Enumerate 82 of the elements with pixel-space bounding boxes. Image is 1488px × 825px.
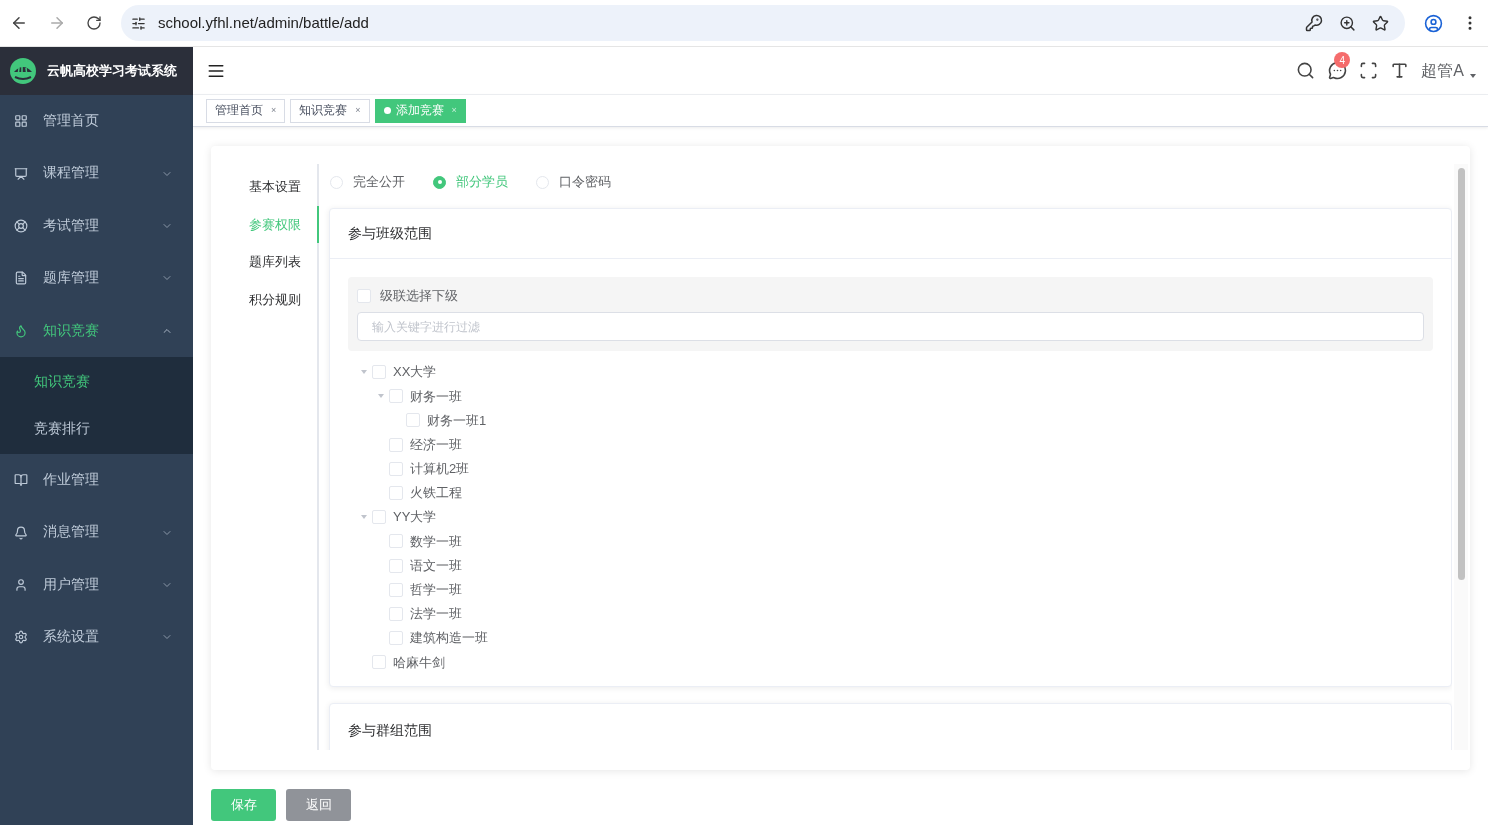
user-icon (14, 577, 28, 592)
close-tab-icon[interactable]: × (355, 103, 361, 118)
tree-label[interactable]: YY大学 (393, 507, 437, 527)
tree-label[interactable]: 经济一班 (410, 434, 462, 455)
checkbox[interactable] (389, 534, 403, 549)
checkbox[interactable] (372, 510, 386, 525)
sidebar-item[interactable]: 用户管理 (0, 558, 193, 612)
tree-label[interactable]: 数学一班 (410, 531, 462, 552)
tree-label[interactable]: 财务一班1 (427, 410, 487, 431)
form-section-tab[interactable]: 积分规则 (229, 280, 319, 318)
expand-caret-icon[interactable] (360, 370, 367, 375)
tree-label[interactable]: 计算机2班 (410, 459, 470, 479)
checkbox[interactable] (389, 631, 403, 646)
sidebar-item[interactable]: 管理首页 (0, 95, 193, 148)
checkbox[interactable] (389, 389, 403, 404)
settings-icon (14, 630, 28, 645)
panel-title: 参与班级范围 (348, 224, 432, 243)
checkbox[interactable] (372, 365, 386, 380)
checkbox[interactable] (389, 461, 403, 476)
fullscreen-icon[interactable] (1359, 61, 1379, 80)
expand-caret-icon[interactable] (377, 394, 384, 399)
grid-icon (14, 114, 28, 129)
sidebar-item[interactable]: 题库管理 (0, 252, 193, 305)
app-title: 云帆高校学习考试系统 (47, 62, 177, 80)
panel-title: 参与群组范围 (348, 722, 432, 739)
tree-label[interactable]: 哈麻牛剑 (393, 652, 445, 673)
page-tab[interactable]: 管理首页 × (206, 98, 286, 123)
sidebar-item[interactable]: 课程管理 (0, 147, 193, 200)
tree-label[interactable]: 语文一班 (410, 555, 462, 576)
user-menu[interactable]: 超管A (1421, 58, 1476, 83)
flame-icon (14, 323, 28, 338)
site-info-icon[interactable] (131, 15, 146, 31)
tree-label[interactable]: 法学一班 (410, 604, 462, 624)
close-tab-icon[interactable]: × (271, 103, 277, 118)
tree-label[interactable]: 哲学一班 (410, 580, 462, 600)
checkbox[interactable] (406, 413, 420, 428)
tree-label[interactable]: XX大学 (393, 362, 437, 382)
page-tab[interactable]: 知识竞赛 × (290, 98, 370, 123)
sidebar-item[interactable]: 知识竞赛 (0, 304, 193, 357)
book-icon (14, 473, 28, 488)
submenu-item[interactable]: 知识竞赛 (0, 358, 193, 406)
board-icon (14, 166, 28, 181)
filter-input[interactable]: 输入关键字进行过滤 (357, 312, 1424, 341)
checkbox[interactable] (389, 558, 403, 573)
expand-caret-icon[interactable] (360, 515, 367, 520)
back-icon[interactable] (10, 14, 28, 32)
key-icon[interactable] (1305, 14, 1323, 32)
tree-label[interactable]: 火铁工程 (410, 483, 462, 503)
star-icon[interactable] (1372, 14, 1389, 32)
checkbox[interactable] (389, 486, 403, 501)
scrollbar-thumb[interactable] (1457, 168, 1465, 580)
address-bar[interactable]: school.yfhl.net/admin/battle/add (121, 5, 1405, 41)
notification-badge: 4 (1334, 52, 1351, 68)
tree-label[interactable]: 财务一班 (410, 386, 462, 407)
search-icon[interactable] (1296, 61, 1316, 80)
radio-option[interactable]: 完全公开 (330, 172, 405, 192)
checkbox[interactable] (357, 289, 371, 303)
form-section-tab[interactable]: 基本设置 (229, 168, 319, 206)
submenu-item[interactable]: 竞赛排行 (0, 405, 193, 452)
checkbox[interactable] (372, 655, 386, 670)
checkbox[interactable] (389, 606, 403, 621)
font-size-icon[interactable] (1390, 61, 1410, 80)
sidebar-item[interactable]: 考试管理 (0, 199, 193, 253)
reload-icon[interactable] (86, 15, 102, 31)
radio-option[interactable]: 口令密码 (536, 172, 611, 192)
profile-icon[interactable] (1424, 13, 1443, 33)
cascade-label[interactable]: 级联选择下级 (380, 286, 458, 306)
caret-down-icon (1470, 73, 1476, 78)
sidebar-item[interactable]: 系统设置 (0, 611, 193, 664)
form-section-tab[interactable]: 题库列表 (229, 243, 319, 281)
checkbox[interactable] (389, 582, 403, 597)
tree-label[interactable]: 建筑构造一班 (410, 628, 488, 648)
sidebar-item[interactable]: 消息管理 (0, 506, 193, 559)
zoom-icon[interactable] (1339, 14, 1356, 32)
lifebuoy-icon (14, 218, 28, 233)
checkbox[interactable] (389, 437, 403, 452)
document-icon (14, 271, 28, 286)
url-text[interactable]: school.yfhl.net/admin/battle/add (158, 11, 369, 35)
sidebar-item[interactable]: 作业管理 (0, 453, 193, 507)
bell-icon (14, 525, 28, 540)
sailboat-logo-icon (10, 58, 36, 84)
forward-icon[interactable] (48, 14, 66, 32)
